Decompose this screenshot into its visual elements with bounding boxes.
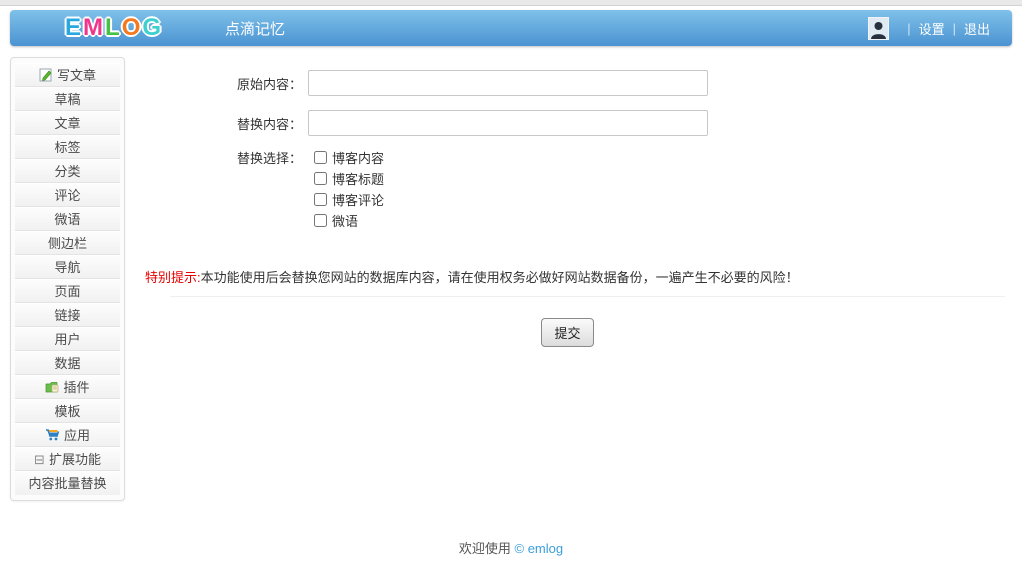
sidebar-item-users[interactable]: 用户 [15,327,120,351]
sidebar-item-label: 数据 [54,352,80,375]
sidebar-item-label: 模板 [54,400,80,423]
checkbox-row-blog-content[interactable]: 博客内容 [314,147,384,168]
sidebar-item-label: 页面 [54,280,80,303]
logo-letter: G [142,14,163,41]
warning-notice: 特别提示:本功能使用后会替换您网站的数据库内容，请在使用权务必做好网站数据备份，… [145,267,799,286]
original-content-label: 原始内容： [130,74,308,93]
sidebar-item-drafts[interactable]: 草稿 [15,87,120,111]
sidebar-item-label: 草稿 [54,88,80,111]
logo-letter: E [65,14,83,41]
cart-icon [45,428,60,442]
submit-button[interactable]: 提交 [541,318,593,347]
pencil-icon [39,68,53,82]
sidebar-item-label: 标签 [54,136,80,159]
sidebar-item-label: 评论 [54,184,80,207]
emlog-logo[interactable]: EMLOG [65,16,163,40]
sidebar-item-plugins[interactable]: 插件 [15,375,120,399]
replace-content-row: 替换内容： [130,110,708,136]
emlog-link[interactable]: © emlog [515,541,564,556]
blog-content-checkbox[interactable] [314,151,327,164]
person-silhouette [870,20,887,39]
sidebar-item-categories[interactable]: 分类 [15,159,120,183]
original-content-input[interactable] [308,70,708,96]
page-footer: 欢迎使用 © emlog [0,538,1022,557]
header-separator: | [953,21,956,36]
sidebar-item-write-post[interactable]: 写文章 [15,63,120,87]
microblog-checkbox[interactable] [314,214,327,227]
checkbox-row-blog-comments[interactable]: 博客评论 [314,189,384,210]
sidebar-item-posts[interactable]: 文章 [15,111,120,135]
checkbox-label: 博客内容 [332,148,384,167]
checkbox-label: 博客标题 [332,169,384,188]
sidebar-item-extensions[interactable]: ⊟ 扩展功能 [15,447,120,471]
sidebar-item-label: 应用 [64,424,90,447]
logo-letter: O [122,14,143,41]
checkbox-row-microblog[interactable]: 微语 [314,210,384,231]
sidebar-item-label: 文章 [54,112,80,135]
settings-link[interactable]: 设置 [919,19,945,38]
sidebar-item-links[interactable]: 链接 [15,303,120,327]
browser-top-strip [0,0,1022,6]
replace-choice-group: 博客内容 博客标题 博客评论 微语 [314,147,384,231]
blog-title-checkbox[interactable] [314,172,327,185]
submit-row: 提交 [130,318,1005,347]
warning-prefix: 特别提示: [145,270,201,285]
sidebar-item-templates[interactable]: 模板 [15,399,120,423]
sidebar-item-pages[interactable]: 页面 [15,279,120,303]
blog-comments-checkbox[interactable] [314,193,327,206]
checkbox-row-blog-title[interactable]: 博客标题 [314,168,384,189]
sidebar-item-sidebar-widgets[interactable]: 侧边栏 [15,231,120,255]
sidebar-item-data[interactable]: 数据 [15,351,120,375]
replace-content-input[interactable] [308,110,708,136]
user-avatar-icon[interactable] [868,17,889,40]
sidebar-item-tags[interactable]: 标签 [15,135,120,159]
sidebar-item-label: 侧边栏 [48,232,87,255]
original-content-row: 原始内容： [130,70,708,96]
header-right: | 设置 | 退出 [868,17,990,40]
sidebar-item-navigation[interactable]: 导航 [15,255,120,279]
content-divider [170,296,1005,297]
sidebar-item-apps[interactable]: 应用 [15,423,120,447]
sidebar-item-microblog[interactable]: 微语 [15,207,120,231]
sidebar-item-comments[interactable]: 评论 [15,183,120,207]
footer-text: 欢迎使用 [459,541,515,556]
sidebar-item-label: 写文章 [57,64,96,87]
checkbox-label: 微语 [332,211,358,230]
logo-letter: M [83,14,105,41]
sidebar-item-label: 分类 [54,160,80,183]
logo-letter: L [105,14,122,41]
sidebar-item-batch-replace[interactable]: 内容批量替换 [15,471,120,495]
sidebar-item-label: 插件 [63,376,89,399]
sidebar-item-label: 用户 [54,328,80,351]
site-title: 点滴记忆 [225,18,285,39]
checkbox-label: 博客评论 [332,190,384,209]
sidebar-item-label: 内容批量替换 [28,472,106,495]
logout-link[interactable]: 退出 [964,19,990,38]
replace-content-label: 替换内容： [130,114,308,133]
collapse-icon: ⊟ [34,448,45,471]
warning-text: 本功能使用后会替换您网站的数据库内容，请在使用权务必做好网站数据备份，一遍产生不… [201,270,799,285]
admin-sidebar: 写文章 草稿 文章 标签 分类 评论 微语 侧边栏 导航 页面 链接 用户 数据… [10,57,125,501]
sidebar-item-label: 扩展功能 [49,448,101,471]
sidebar-item-label: 导航 [54,256,80,279]
header-bar: EMLOG 点滴记忆 | 设置 | 退出 [10,10,1012,46]
sidebar-item-label: 链接 [54,304,80,327]
plugin-icon [45,381,59,394]
header-separator: | [907,21,910,36]
replace-choice-label: 替换选择： [130,148,308,167]
sidebar-item-label: 微语 [54,208,80,231]
